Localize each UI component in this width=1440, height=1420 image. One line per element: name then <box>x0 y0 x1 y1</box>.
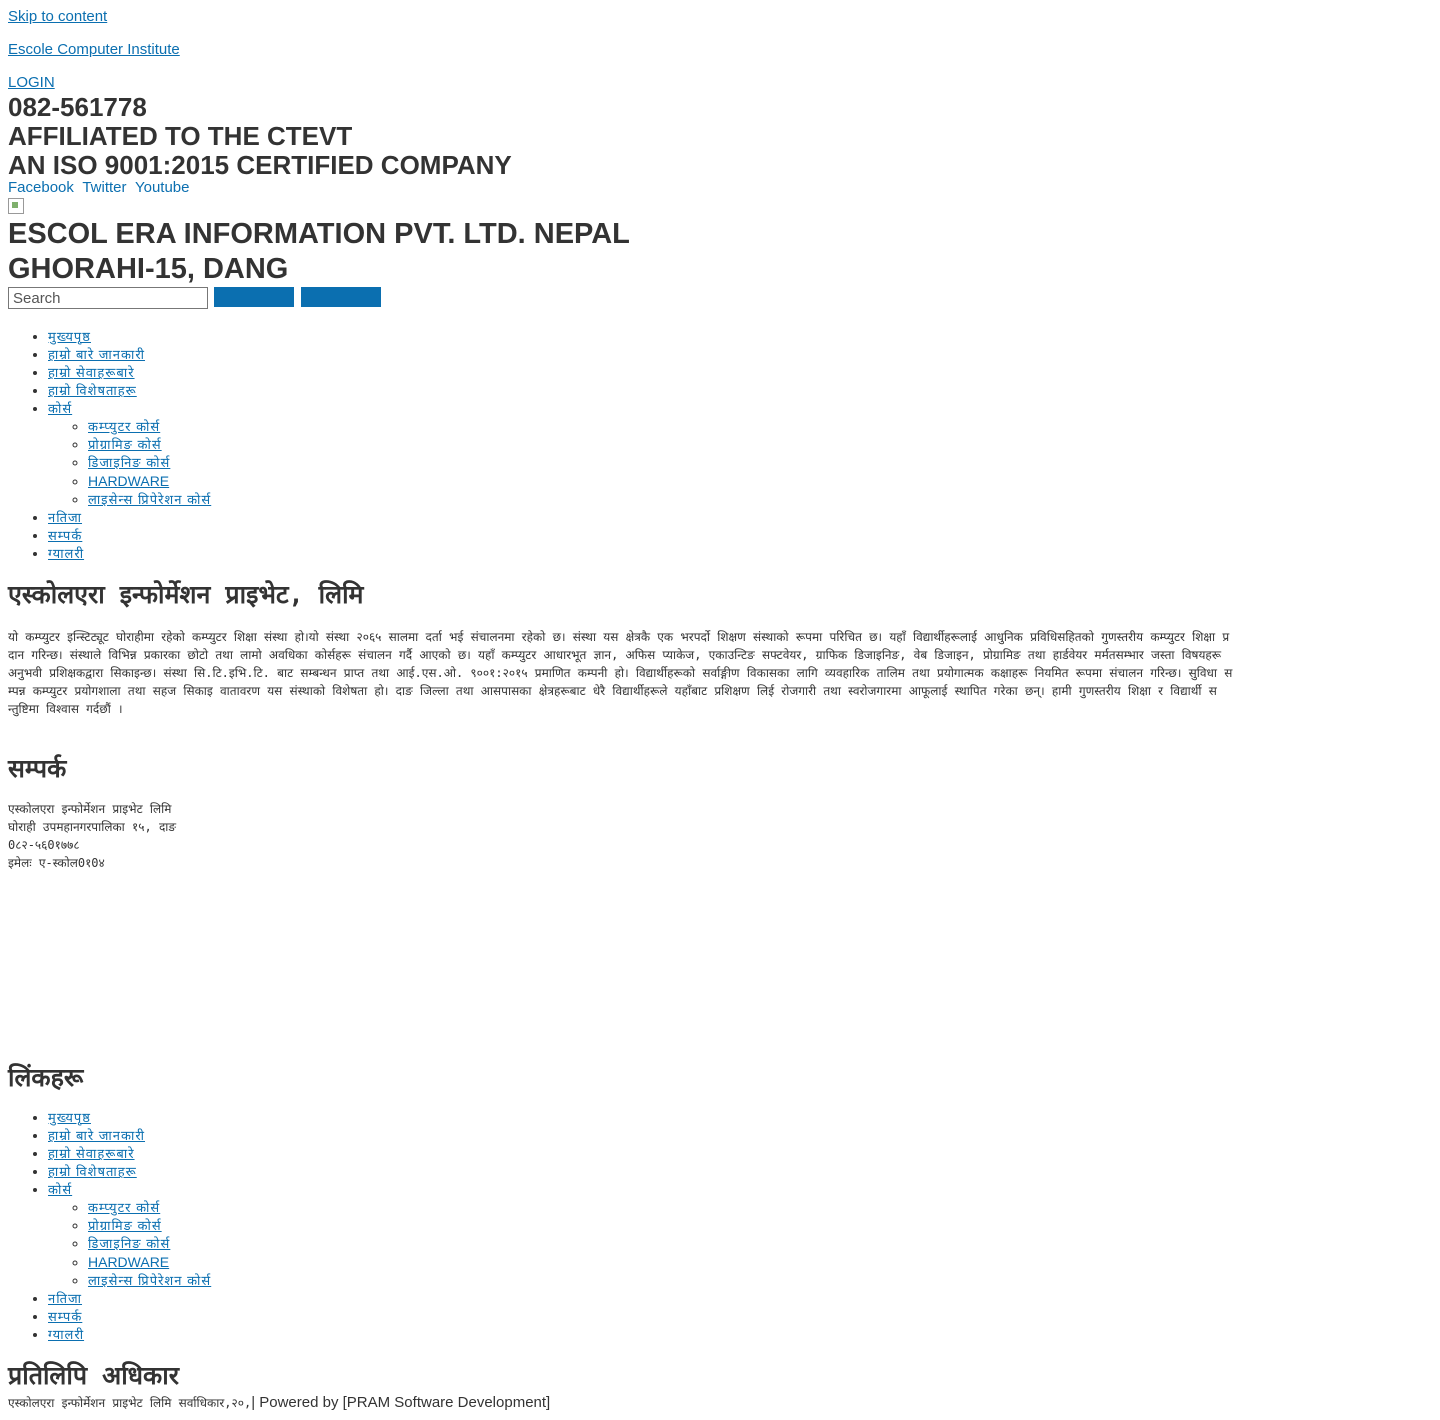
footer-nav-item-services[interactable]: हाम्रो सेवाहरूबारे <box>48 1146 135 1161</box>
phone-number: 082-561778 <box>8 92 147 122</box>
nav-item-gallery[interactable]: ग्यालरी <box>48 546 84 561</box>
footer-nav-item-results[interactable]: नतिजा <box>48 1291 82 1306</box>
nav-subitem-designing-course[interactable]: डिजाइनिङ कोर्स <box>88 455 170 470</box>
nav-subitem-hardware[interactable]: HARDWARE <box>88 473 169 489</box>
footer-nav-item-features[interactable]: हाम्रो विशेषताहरू <box>48 1164 137 1179</box>
contact-phone: 0८२-५६0१७७८ <box>8 838 80 852</box>
footer-copyright-line: एस्कोलएरा इन्फोर्मेशन प्राइभेट लिमि सर्व… <box>8 1394 550 1411</box>
youtube-link[interactable]: Youtube <box>135 179 190 196</box>
footer-nav-subitem-license-course[interactable]: लाइसेन्स प्रिपेरेशन कोर्स <box>88 1273 211 1288</box>
contact-org-name: एस्कोलएरा इन्फोर्मेशन प्राइभेट लिमि <box>8 802 172 816</box>
social-links: Facebook Twitter Youtube <box>8 179 193 197</box>
intro-paragraph: यो कम्प्युटर इन्स्टिट्यूट घोराहीमा रहेको… <box>8 630 1233 716</box>
copyright-text: एस्कोलएरा इन्फोर्मेशन प्राइभेट लिमि सर्व… <box>8 1396 252 1410</box>
nav-subitem-computer-course[interactable]: कम्प्युटर कोर्स <box>88 419 160 434</box>
footer-nav-item-courses[interactable]: कोर्स <box>48 1182 72 1197</box>
facebook-link[interactable]: Facebook <box>8 179 74 196</box>
main-heading: एस्कोलएरा इन्फोर्मेशन प्राइभेट, लिमि <box>8 580 364 609</box>
footer-navigation: मुख्यपृष्ठ हाम्रो बारे जानकारी हाम्रो से… <box>8 1109 211 1344</box>
login-link[interactable]: LOGIN <box>8 74 55 91</box>
nav-item-features[interactable]: हाम्रो विशेषताहरू <box>48 383 137 398</box>
contact-address: घोराही उपमहानगरपालिका १५, दाङ <box>8 820 177 834</box>
search-button[interactable] <box>214 287 295 307</box>
powered-by-text: | Powered by [PRAM Software Development] <box>251 1394 551 1411</box>
search-form <box>8 287 381 309</box>
footer-nav-subitem-programming-course[interactable]: प्रोग्रामिङ कोर्स <box>88 1218 162 1233</box>
menu-toggle-button[interactable] <box>300 287 381 307</box>
footer-nav-item-about[interactable]: हाम्रो बारे जानकारी <box>48 1128 145 1143</box>
footer-nav-item-contact[interactable]: सम्पर्क <box>48 1309 82 1324</box>
contact-email: इमेलः ए-स्कोल0१0४ <box>8 856 105 870</box>
contact-heading: सम्पर्क <box>8 754 67 783</box>
nav-item-services[interactable]: हाम्रो सेवाहरूबारे <box>48 365 135 380</box>
footer-nav-subitem-computer-course[interactable]: कम्प्युटर कोर्स <box>88 1200 160 1215</box>
nav-item-home[interactable]: मुख्यपृष्ठ <box>48 329 91 344</box>
footer-nav-item-home[interactable]: मुख्यपृष्ठ <box>48 1110 91 1125</box>
search-input[interactable] <box>8 287 208 309</box>
certification-text: AN ISO 9001:2015 CERTIFIED COMPANY <box>8 150 512 180</box>
footer-nav-subitem-designing-course[interactable]: डिजाइनिङ कोर्स <box>88 1236 170 1251</box>
nav-item-results[interactable]: नतिजा <box>48 510 82 525</box>
nav-item-courses[interactable]: कोर्स <box>48 401 72 416</box>
footer-nav-item-gallery[interactable]: ग्यालरी <box>48 1327 84 1342</box>
site-title-link[interactable]: Escole Computer Institute <box>8 41 180 58</box>
logo-image-icon <box>8 198 24 214</box>
main-navigation: मुख्यपृष्ठ हाम्रो बारे जानकारी हाम्रो से… <box>8 328 211 563</box>
skip-to-content-link[interactable]: Skip to content <box>8 8 107 25</box>
copyright-heading: प्रतिलिपि अधिकार <box>8 1361 179 1390</box>
affiliation-text: AFFILIATED TO THE CTEVT <box>8 121 353 151</box>
nav-subitem-programming-course[interactable]: प्रोग्रामिङ कोर्स <box>88 437 162 452</box>
nav-item-about[interactable]: हाम्रो बारे जानकारी <box>48 347 145 362</box>
nav-subitem-license-course[interactable]: लाइसेन्स प्रिपेरेशन कोर्स <box>88 492 211 507</box>
twitter-link[interactable]: Twitter <box>82 179 126 196</box>
company-address: GHORAHI-15, DANG <box>8 253 289 285</box>
footer-nav-subitem-hardware[interactable]: HARDWARE <box>88 1254 169 1270</box>
company-name: ESCOL ERA INFORMATION PVT. LTD. NEPAL <box>8 218 630 250</box>
links-heading: लिंकहरू <box>8 1063 84 1092</box>
nav-item-contact[interactable]: सम्पर्क <box>48 528 82 543</box>
